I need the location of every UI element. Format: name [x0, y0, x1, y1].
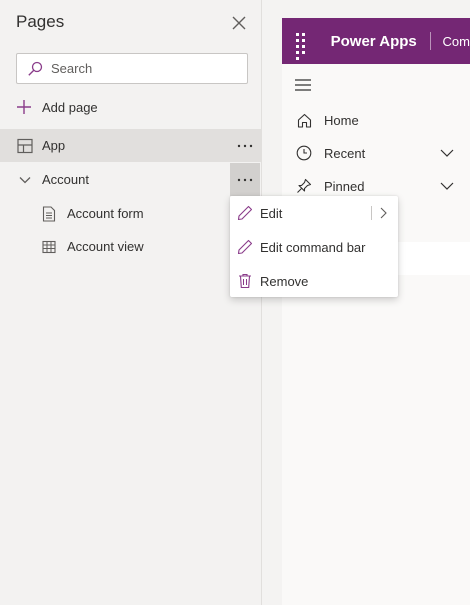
menu-item-label: Edit command bar — [260, 239, 366, 255]
page-item-label: Account view — [67, 239, 144, 254]
home-icon — [295, 113, 313, 128]
context-menu: Edit Edit command bar Remove — [230, 196, 398, 297]
search-input[interactable] — [49, 61, 231, 76]
app-header-bar: Power Apps Com — [282, 18, 470, 64]
app-name-breadcrumb: Com — [442, 33, 470, 49]
pages-pane: Pages Add page App — [0, 0, 262, 605]
chevron-down-icon[interactable] — [16, 176, 34, 184]
page-item-label: Account — [42, 172, 89, 187]
nav-item-home[interactable]: Home — [282, 105, 470, 135]
form-icon — [40, 205, 58, 222]
split-divider — [371, 206, 372, 220]
chevron-down-icon[interactable] — [440, 182, 454, 190]
account-more-options-button[interactable] — [230, 163, 260, 196]
menu-item-edit[interactable]: Edit — [230, 196, 398, 230]
page-item-label: Account form — [67, 206, 144, 221]
hamburger-menu-icon[interactable] — [295, 78, 311, 92]
ellipsis-icon — [237, 144, 253, 147]
waffle-icon[interactable] — [296, 33, 309, 60]
pencil-icon — [236, 205, 254, 221]
menu-item-label: Edit — [260, 205, 283, 221]
pane-title: Pages — [16, 12, 65, 31]
menu-item-remove[interactable]: Remove — [230, 264, 398, 298]
chevron-down-icon[interactable] — [440, 149, 454, 157]
nav-item-label: Home — [324, 112, 359, 128]
trash-icon — [236, 273, 254, 289]
nav-item-recent[interactable]: Recent — [282, 138, 470, 168]
menu-item-label: Remove — [260, 273, 309, 289]
page-item-label: App — [42, 138, 66, 153]
plus-icon — [16, 99, 36, 115]
grid-view-icon — [40, 240, 58, 254]
page-item-account-form[interactable]: Account form — [0, 197, 262, 230]
add-page-label: Add page — [42, 99, 98, 115]
page-item-app[interactable]: App — [0, 129, 262, 162]
pencil-icon — [236, 239, 254, 255]
nav-item-label: Recent — [324, 145, 366, 161]
chevron-right-icon[interactable] — [380, 207, 387, 219]
app-layout-icon — [16, 138, 34, 154]
brand-name: Power Apps — [330, 32, 417, 50]
close-pane-button[interactable] — [228, 12, 250, 34]
search-box[interactable] — [16, 53, 248, 84]
page-item-account[interactable]: Account — [0, 163, 262, 196]
app-more-options-button[interactable] — [230, 129, 260, 162]
close-icon — [232, 16, 246, 30]
ellipsis-icon — [237, 178, 253, 181]
clock-icon — [295, 145, 313, 161]
app-preview: Power Apps Com Home Recent Pinned — [282, 18, 470, 605]
pin-icon — [295, 178, 313, 194]
search-icon — [27, 61, 49, 77]
page-item-account-view[interactable]: Account view — [0, 230, 262, 263]
header-divider — [429, 32, 431, 50]
menu-item-edit-command-bar[interactable]: Edit command bar — [230, 230, 398, 264]
nav-item-label: Pinned — [324, 178, 365, 194]
add-page-button[interactable]: Add page — [16, 95, 98, 119]
